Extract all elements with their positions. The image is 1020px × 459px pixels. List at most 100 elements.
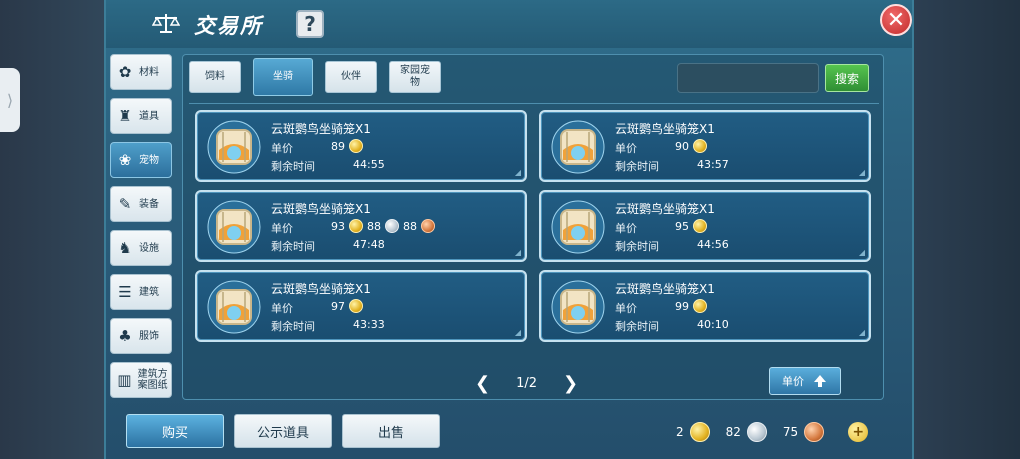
search-input[interactable] bbox=[677, 63, 819, 93]
gold-coin-icon bbox=[693, 299, 707, 313]
price-amount: 95 bbox=[675, 219, 689, 233]
sort-by-price-button[interactable]: 单价 bbox=[769, 367, 841, 395]
tab-2[interactable]: 伙伴 bbox=[325, 61, 377, 93]
corner-mark-icon: ◢ bbox=[858, 168, 865, 177]
page-title: 交易所 bbox=[194, 14, 263, 38]
category-sidebar: ✿ 材料 ♜ 道具 ❀ 宠物 ✎ 装备 ♞ 设施 ☰ 建筑 ♣ 服饰 ▥ 建筑方案图纸 bbox=[110, 54, 174, 406]
prev-page-button[interactable]: ❮ bbox=[475, 373, 490, 394]
listing-card[interactable]: 云斑鹦鸟坐骑笼X1 单价 89 剩余时间 44:55 ◢ bbox=[195, 110, 527, 182]
search-button[interactable]: 搜索 bbox=[825, 64, 869, 92]
mount-cage-icon bbox=[551, 120, 605, 174]
price-amount: 93 bbox=[331, 219, 345, 233]
price-group: 99 bbox=[675, 299, 707, 313]
sidebar-item-pet-paw[interactable]: ❀ 宠物 bbox=[110, 142, 172, 178]
item-name: 云斑鹦鸟坐骑笼X1 bbox=[271, 202, 371, 216]
gold-amount: 2 bbox=[676, 425, 684, 439]
price-label: 单价 bbox=[271, 302, 293, 315]
gold-coin-icon bbox=[693, 139, 707, 153]
sidebar-item-label: 宠物 bbox=[139, 154, 159, 166]
price-group: 95 bbox=[675, 219, 707, 233]
listing-card[interactable]: 云斑鹦鸟坐骑笼X1 单价 95 剩余时间 44:56 ◢ bbox=[539, 190, 871, 262]
sidebar-item-materials[interactable]: ✿ 材料 bbox=[110, 54, 172, 90]
item-name: 云斑鹦鸟坐骑笼X1 bbox=[615, 202, 715, 216]
sidebar-item-equipment[interactable]: ✎ 装备 bbox=[110, 186, 172, 222]
silver-coin-icon bbox=[746, 422, 767, 442]
time-label: 剩余时间 bbox=[271, 160, 315, 173]
scales-icon bbox=[152, 14, 180, 33]
sidebar-item-label: 服饰 bbox=[139, 330, 159, 342]
price-group: 89 bbox=[331, 139, 363, 153]
silver-amount: 82 bbox=[725, 425, 741, 439]
price-label: 单价 bbox=[615, 142, 637, 155]
listing-card[interactable]: 云斑鹦鸟坐骑笼X1 单价 99 剩余时间 40:10 ◢ bbox=[539, 270, 871, 342]
mount-cage-icon bbox=[207, 120, 261, 174]
help-button[interactable]: ? bbox=[296, 10, 324, 38]
remaining-time: 44:56 bbox=[697, 238, 729, 251]
tab-3[interactable]: 家园宠物 bbox=[389, 61, 441, 93]
remaining-time: 43:57 bbox=[697, 158, 729, 171]
item-name: 云斑鹦鸟坐骑笼X1 bbox=[615, 122, 715, 136]
price-amount: 88 bbox=[403, 219, 417, 233]
price-amount: 90 bbox=[675, 139, 689, 153]
next-page-button[interactable]: ❯ bbox=[563, 373, 578, 394]
gold-coin-icon bbox=[689, 422, 710, 442]
listing-card[interactable]: 云斑鹦鸟坐骑笼X1 单价 93 88 88 剩余时间 47:48 ◢ bbox=[195, 190, 527, 262]
tab-0[interactable]: 饲料 bbox=[189, 61, 241, 93]
sort-arrow-up-icon bbox=[814, 375, 826, 387]
mount-cage-icon bbox=[207, 200, 261, 254]
time-label: 剩余时间 bbox=[615, 240, 659, 253]
blueprint-icon: ▥ bbox=[117, 371, 132, 389]
title-bar: 交易所 ? bbox=[106, 0, 912, 48]
corner-mark-icon: ◢ bbox=[514, 328, 521, 337]
side-drawer-handle[interactable]: ⟩ bbox=[0, 68, 20, 132]
divider bbox=[189, 103, 879, 104]
sidebar-item-facility[interactable]: ♞ 设施 bbox=[110, 230, 172, 266]
time-label: 剩余时间 bbox=[271, 240, 315, 253]
listing-panel: 饲料 坐骑 伙伴 家园宠物 搜索 云斑鹦鸟坐骑笼X1 单价 89 剩余时间 44:55 ◢ 云斑… bbox=[182, 54, 884, 400]
building-icon: ☰ bbox=[118, 283, 132, 301]
buy-button[interactable]: 购买 bbox=[126, 414, 224, 448]
pagination: ❮ 1/2 ❯ bbox=[475, 373, 578, 394]
price-amount: 97 bbox=[331, 299, 345, 313]
price-group: 93 88 88 bbox=[331, 219, 435, 233]
gold-coin-icon bbox=[349, 219, 363, 233]
equipment-icon: ✎ bbox=[118, 195, 132, 213]
pet-paw-icon: ❀ bbox=[118, 151, 132, 169]
sort-label: 单价 bbox=[782, 375, 804, 388]
time-label: 剩余时间 bbox=[615, 160, 659, 173]
price-amount: 88 bbox=[367, 219, 381, 233]
clothing-icon: ♣ bbox=[118, 327, 132, 345]
copper-coin-icon bbox=[804, 422, 825, 442]
item-name: 云斑鹦鸟坐骑笼X1 bbox=[271, 282, 371, 296]
time-label: 剩余时间 bbox=[271, 320, 315, 333]
currency-balance: 2 82 75 + bbox=[676, 422, 869, 442]
sidebar-item-building[interactable]: ☰ 建筑 bbox=[110, 274, 172, 310]
price-group: 97 bbox=[331, 299, 363, 313]
price-label: 单价 bbox=[615, 302, 637, 315]
background-right bbox=[914, 0, 1020, 459]
sell-button[interactable]: 出售 bbox=[342, 414, 440, 448]
listing-card[interactable]: 云斑鹦鸟坐骑笼X1 单价 90 剩余时间 43:57 ◢ bbox=[539, 110, 871, 182]
item-name: 云斑鹦鸟坐骑笼X1 bbox=[615, 282, 715, 296]
sidebar-item-label: 设施 bbox=[139, 242, 159, 254]
props-icon: ♜ bbox=[118, 107, 132, 125]
silver-coin-icon bbox=[385, 219, 399, 233]
close-button[interactable]: ✕ bbox=[880, 4, 912, 36]
price-label: 单价 bbox=[271, 142, 293, 155]
tab-1[interactable]: 坐骑 bbox=[253, 58, 313, 96]
sidebar-item-clothing[interactable]: ♣ 服饰 bbox=[110, 318, 172, 354]
materials-icon: ✿ bbox=[118, 63, 132, 81]
listing-card[interactable]: 云斑鹦鸟坐骑笼X1 单价 97 剩余时间 43:33 ◢ bbox=[195, 270, 527, 342]
add-currency-button[interactable]: + bbox=[848, 422, 869, 442]
sidebar-item-props[interactable]: ♜ 道具 bbox=[110, 98, 172, 134]
sidebar-item-blueprint[interactable]: ▥ 建筑方案图纸 bbox=[110, 362, 172, 398]
price-group: 90 bbox=[675, 139, 707, 153]
gold-coin-icon bbox=[349, 139, 363, 153]
sidebar-item-label: 建筑方案图纸 bbox=[137, 369, 168, 391]
corner-mark-icon: ◢ bbox=[858, 328, 865, 337]
copper-amount: 75 bbox=[782, 425, 799, 439]
public-items-button[interactable]: 公示道具 bbox=[234, 414, 332, 448]
bottom-bar: 购买 公示道具 出售 2 82 75 + bbox=[104, 402, 914, 459]
remaining-time: 44:55 bbox=[353, 158, 385, 171]
corner-mark-icon: ◢ bbox=[514, 168, 521, 177]
